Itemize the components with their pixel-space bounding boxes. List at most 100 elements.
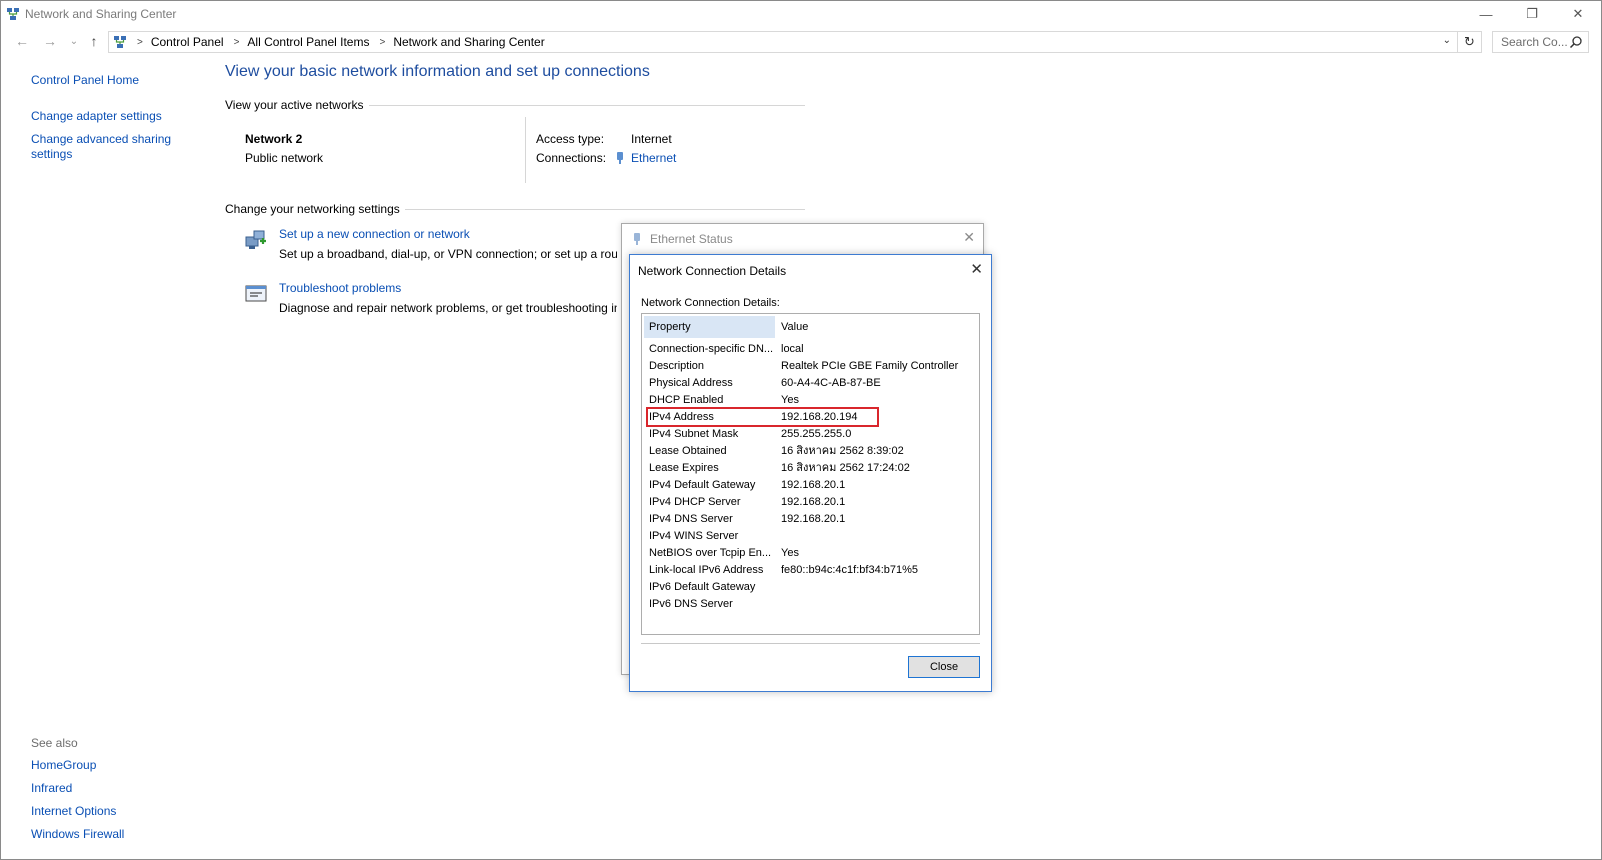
internet-options-link[interactable]: Internet Options [31,804,124,827]
table-row[interactable]: IPv6 DNS Server [642,596,979,613]
breadcrumb-control-panel[interactable]: Control Panel [151,35,224,49]
property-cell: IPv4 DNS Server [649,513,733,525]
value-cell: 192.168.20.1 [781,496,846,508]
property-cell: IPv6 DNS Server [649,598,733,610]
navigation-bar: ← → ⌄ ↑ > Control Panel > All Control Pa… [1,29,1601,55]
table-row[interactable]: Lease Expires 16 สิงหาคม 2562 17:24:02 [642,460,979,477]
chevron-right-icon: > [233,36,240,48]
value-cell: Realtek PCIe GBE Family Controller [781,360,959,372]
title-bar: Network and Sharing Center — ❐ ✕ [1,1,1601,27]
value-cell: 16 สิงหาคม 2562 17:24:02 [781,462,910,474]
ethernet-plug-icon [617,152,623,164]
value-cell: local [781,343,804,355]
table-row[interactable]: Lease Obtained 16 สิงหาคม 2562 8:39:02 [642,443,979,460]
ethernet-plug-icon [634,233,640,245]
homegroup-link[interactable]: HomeGroup [31,758,124,781]
control-panel-icon [114,36,126,48]
windows-firewall-link[interactable]: Windows Firewall [31,827,124,850]
forward-arrow-icon[interactable]: → [41,32,59,50]
recent-locations-chevron-icon[interactable]: ⌄ [65,32,83,50]
table-row[interactable]: IPv4 DHCP Server 192.168.20.1 [642,494,979,511]
value-cell: 192.168.20.1 [781,513,846,525]
list-header: Property Value [642,314,979,340]
table-row[interactable]: NetBIOS over Tcpip En... Yes [642,545,979,562]
table-row[interactable]: IPv4 Default Gateway 192.168.20.1 [642,477,979,494]
value-cell: 16 สิงหาคม 2562 8:39:02 [781,445,904,457]
search-icon [1569,36,1582,49]
chevron-right-icon: > [137,36,143,48]
troubleshoot-icon [245,285,267,302]
table-row[interactable]: IPv4 DNS Server 192.168.20.1 [642,511,979,528]
property-cell: Connection-specific DN... [649,343,774,355]
table-row[interactable]: Link-local IPv6 Address fe80::b94c:4c1f:b… [642,562,979,579]
section-divider [369,105,805,106]
close-icon[interactable]: ✕ [963,229,975,246]
connections-label: Connections: [536,151,607,165]
restore-button[interactable]: ❐ [1509,1,1555,27]
close-icon[interactable]: ✕ [970,260,983,278]
value-cell: fe80::b94c:4c1f:bf34:b71%5 [781,564,918,576]
property-cell: IPv4 WINS Server [649,530,739,542]
breadcrumb-all-items[interactable]: All Control Panel Items [247,35,369,49]
ethernet-status-title: Ethernet Status [650,232,733,246]
setup-connection-description: Set up a broadband, dial-up, or VPN conn… [279,247,617,261]
see-also-label: See also [31,736,78,750]
property-cell: Lease Expires [649,462,719,474]
property-cell: Physical Address [649,377,733,389]
value-cell: 255.255.255.0 [781,428,852,440]
property-cell: Lease Obtained [649,445,727,457]
change-settings-label: Change your networking settings [225,202,400,216]
control-panel-home-link[interactable]: Control Panel Home [31,73,191,88]
chevron-right-icon: > [379,36,386,48]
property-cell: Link-local IPv6 Address [649,564,764,576]
refresh-icon[interactable]: ↻ [1457,32,1481,52]
details-dialog-title: Network Connection Details [638,264,787,278]
close-button[interactable]: Close [908,656,980,678]
table-row[interactable]: Connection-specific DN... local [642,341,979,358]
vertical-divider [525,117,526,183]
table-row[interactable]: IPv4 WINS Server [642,528,979,545]
see-also-list: HomeGroup Infrared Internet Options Wind… [31,758,124,850]
table-row[interactable]: IPv6 Default Gateway [642,579,979,596]
network-sharing-center-window: Network and Sharing Center — ❐ ✕ ← → ⌄ ↑… [0,0,1602,860]
table-row[interactable]: IPv4 Subnet Mask 255.255.255.0 [642,426,979,443]
property-cell: IPv4 Default Gateway [649,479,756,491]
details-list-label: Network Connection Details: [641,297,780,309]
left-pane: Control Panel Home Change adapter settin… [31,73,191,162]
value-cell: Yes [781,547,799,559]
minimize-button[interactable]: — [1463,1,1509,27]
chevron-down-icon[interactable]: ⌄ [1443,35,1451,46]
address-bar[interactable]: > Control Panel > All Control Panel Item… [108,31,1482,53]
back-arrow-icon[interactable]: ← [13,32,31,50]
details-list[interactable]: Property Value Connection-specific DN...… [641,313,980,635]
window-title: Network and Sharing Center [25,7,177,21]
ipv4-highlight-box [646,407,879,427]
network-type: Public network [245,151,324,165]
ethernet-connection-link[interactable]: Ethernet [615,151,676,165]
property-cell: NetBIOS over Tcpip En... [649,547,772,559]
page-title: View your basic network information and … [225,63,650,80]
infrared-link[interactable]: Infrared [31,781,124,804]
connection-details-dialog: Network Connection Details ✕ Network Con… [629,254,992,692]
table-row[interactable]: Description Realtek PCIe GBE Family Contr… [642,358,979,375]
change-advanced-sharing-link[interactable]: Change advanced sharing settings [31,132,191,162]
property-cell: IPv6 Default Gateway [649,581,756,593]
search-input[interactable]: Search Co... [1492,31,1589,53]
setup-connection-link[interactable]: Set up a new connection or network [279,227,470,241]
breadcrumb-network-center[interactable]: Network and Sharing Center [393,35,544,49]
close-window-button[interactable]: ✕ [1555,1,1601,27]
troubleshoot-description: Diagnose and repair network problems, or… [279,301,617,315]
access-type-value: Internet [631,132,672,146]
active-networks-label: View your active networks [225,98,364,112]
new-connection-icon [245,230,266,249]
value-cell: 60-A4-4C-AB-87-BE [781,377,881,389]
value-column-header[interactable]: Value [781,316,808,338]
property-cell: IPv4 Subnet Mask [649,428,739,440]
value-cell: 192.168.20.1 [781,479,846,491]
change-adapter-settings-link[interactable]: Change adapter settings [31,109,191,124]
up-arrow-icon[interactable]: ↑ [85,32,103,50]
property-column-header[interactable]: Property [644,316,775,338]
table-row[interactable]: Physical Address 60-A4-4C-AB-87-BE [642,375,979,392]
network-center-icon [7,8,19,20]
troubleshoot-link[interactable]: Troubleshoot problems [279,281,401,295]
